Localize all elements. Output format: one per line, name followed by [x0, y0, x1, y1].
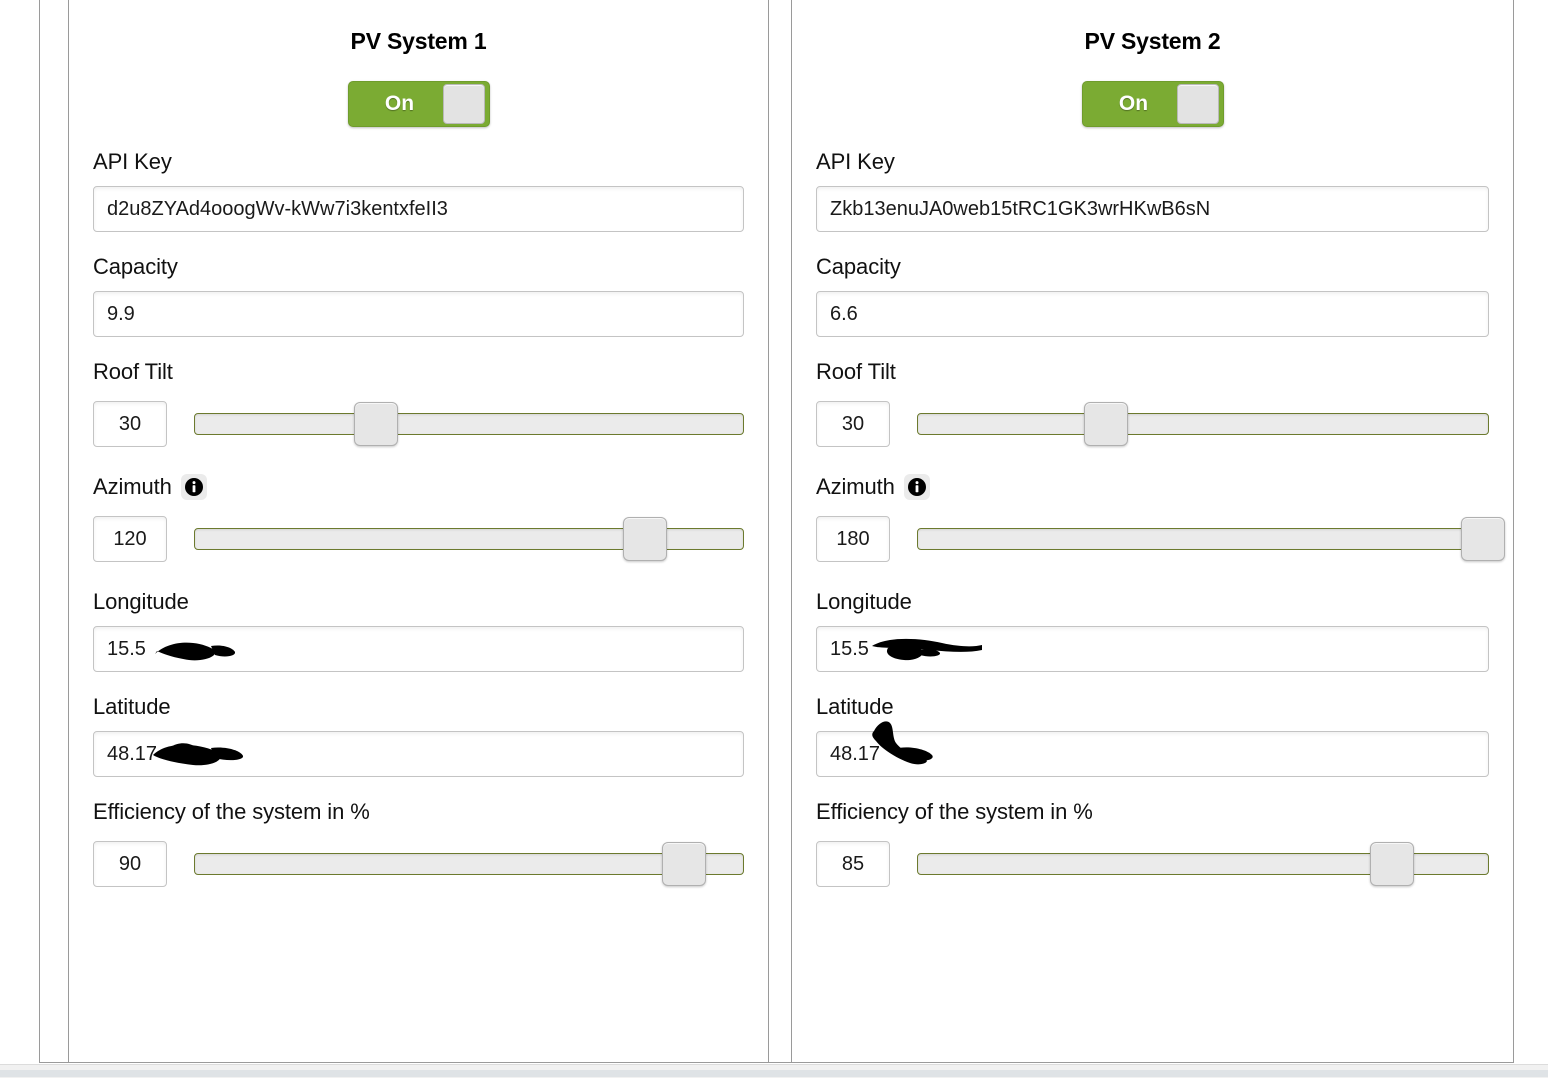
system-2-azimuth-label: Azimuth [816, 474, 1489, 500]
slider-handle[interactable] [623, 517, 667, 561]
slider-track [917, 528, 1489, 550]
system-2-efficiency-label: Efficiency of the system in % [816, 799, 1093, 824]
system-2-toggle-knob[interactable] [1176, 84, 1219, 124]
info-icon[interactable] [903, 474, 930, 500]
system-2-efficiency-value[interactable]: 85 [816, 841, 890, 887]
slider-track [194, 413, 744, 435]
system-1-toggle-label: On [384, 92, 415, 115]
system-1-latitude-input[interactable] [93, 731, 744, 777]
system-2-toggle-label: On [1118, 92, 1149, 115]
system-1-latitude-label: Latitude [93, 694, 171, 719]
slider-handle[interactable] [1369, 842, 1414, 886]
system-2-latitude-field: Latitude [816, 694, 1489, 777]
system-2-efficiency-row: 85 [816, 836, 1489, 892]
system-1-roof-tilt-row: 30 [93, 396, 744, 452]
system-2-longitude-label: Longitude [816, 589, 912, 614]
system-2-capacity-label: Capacity [816, 254, 901, 279]
system-2-roof-tilt-value[interactable]: 30 [816, 401, 890, 447]
system-1-azimuth-slider[interactable] [194, 517, 744, 561]
toggle-wrap-system-1: On [93, 81, 744, 127]
system-1-capacity-input[interactable] [93, 291, 744, 337]
page-title-system-1: PV System 1 [350, 28, 487, 54]
info-icon[interactable] [180, 474, 207, 500]
system-1-efficiency-value[interactable]: 90 [93, 841, 167, 887]
page-title-system-2: PV System 2 [1084, 28, 1221, 54]
system-1-efficiency-field: Efficiency of the system in % 90 [93, 799, 744, 892]
slider-handle[interactable] [1461, 517, 1506, 561]
system-1-roof-tilt-label: Roof Tilt [93, 359, 173, 384]
system-1-longitude-input[interactable] [93, 626, 744, 672]
pv-system-2-panel: PV System 2 On API Key Capacity Roof Til… [792, 0, 1513, 1062]
system-1-roof-tilt-slider[interactable] [194, 402, 744, 446]
slider-handle[interactable] [1083, 402, 1128, 446]
toggle-wrap-system-2: On [816, 81, 1489, 127]
system-2-api-key-field: API Key [816, 149, 1489, 232]
system-2-azimuth-label-text: Azimuth [816, 474, 895, 499]
system-2-longitude-input[interactable] [816, 626, 1489, 672]
system-1-capacity-label: Capacity [93, 254, 178, 279]
system-2-longitude-field: Longitude [816, 589, 1489, 672]
system-1-latitude-wrap [93, 731, 744, 777]
system-2-api-key-label: API Key [816, 149, 895, 174]
horizontal-scrollbar[interactable] [0, 1070, 1548, 1077]
system-2-efficiency-slider[interactable] [917, 842, 1489, 886]
system-1-azimuth-field: Azimuth 120 [93, 474, 744, 567]
system-2-capacity-input[interactable] [816, 291, 1489, 337]
system-1-efficiency-slider[interactable] [194, 842, 744, 886]
system-1-power-toggle[interactable]: On [347, 81, 490, 127]
system-2-longitude-wrap [816, 626, 1489, 672]
system-2-latitude-wrap [816, 721, 1489, 777]
system-2-power-toggle[interactable]: On [1081, 81, 1224, 127]
slider-track [917, 413, 1489, 435]
system-2-efficiency-field: Efficiency of the system in % 85 [816, 799, 1489, 892]
system-1-azimuth-label: Azimuth [93, 474, 744, 500]
system-2-roof-tilt-label: Roof Tilt [816, 359, 896, 384]
system-1-azimuth-label-text: Azimuth [93, 474, 172, 499]
system-2-capacity-field: Capacity [816, 254, 1489, 337]
system-2-latitude-input[interactable] [816, 731, 1489, 777]
system-1-capacity-field: Capacity [93, 254, 744, 337]
system-1-efficiency-label: Efficiency of the system in % [93, 799, 370, 824]
system-1-efficiency-row: 90 [93, 836, 744, 892]
system-2-azimuth-value[interactable]: 180 [816, 516, 890, 562]
system-2-azimuth-slider[interactable] [917, 517, 1506, 561]
system-1-roof-tilt-value[interactable]: 30 [93, 401, 167, 447]
system-1-roof-tilt-field: Roof Tilt 30 [93, 359, 744, 452]
frame-line-bottom [39, 1062, 1514, 1063]
system-2-api-key-input[interactable] [816, 186, 1489, 232]
system-1-longitude-label: Longitude [93, 589, 189, 614]
system-2-azimuth-field: Azimuth 180 [816, 474, 1506, 567]
system-1-api-key-label: API Key [93, 149, 172, 174]
system-2-latitude-label: Latitude [816, 694, 894, 719]
pv-system-1-panel: PV System 1 On API Key Capacity Roof Til… [69, 0, 768, 1062]
system-1-api-key-input[interactable] [93, 186, 744, 232]
system-2-roof-tilt-row: 30 [816, 396, 1489, 452]
system-1-azimuth-row: 120 [93, 511, 744, 567]
system-1-longitude-field: Longitude [93, 589, 744, 672]
system-2-roof-tilt-slider[interactable] [917, 402, 1489, 446]
slider-handle[interactable] [661, 842, 706, 886]
system-2-roof-tilt-field: Roof Tilt 30 [816, 359, 1489, 452]
pv-systems-columns: PV System 1 On API Key Capacity Roof Til… [0, 0, 1548, 1062]
system-2-azimuth-row: 180 [816, 511, 1506, 567]
system-1-azimuth-value[interactable]: 120 [93, 516, 167, 562]
slider-handle[interactable] [353, 402, 398, 446]
system-1-longitude-wrap [93, 626, 744, 672]
system-1-api-key-field: API Key [93, 149, 744, 232]
system-1-latitude-field: Latitude [93, 694, 744, 777]
system-1-toggle-knob[interactable] [442, 84, 485, 124]
